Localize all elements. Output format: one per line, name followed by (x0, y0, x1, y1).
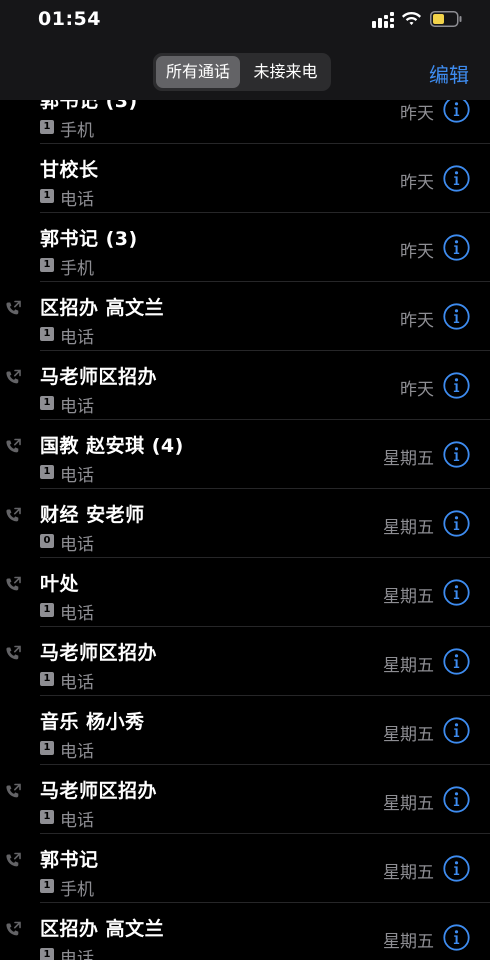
call-date: 昨天 (400, 104, 434, 124)
info-icon[interactable] (443, 303, 470, 330)
number-type-label: 手机 (60, 259, 94, 279)
caller-name: 马老师区招办 (40, 642, 158, 664)
call-filter-segmented-control[interactable]: 所有通话 未接来电 (153, 53, 331, 91)
call-row[interactable]: 财经 安老师 0 电话 星期五 (0, 489, 490, 558)
info-icon[interactable] (443, 579, 470, 606)
number-type-label: 电话 (60, 328, 94, 348)
info-icon[interactable] (443, 855, 470, 882)
status-time: 01:54 (38, 8, 101, 30)
caller-name: 马老师区招办 (40, 366, 158, 388)
call-row[interactable]: 郭书记 (3) 1 手机 昨天 (0, 213, 490, 282)
info-icon[interactable] (443, 165, 470, 192)
sim-badge: 1 (40, 258, 54, 272)
caller-name: 郭书记 (3) (40, 228, 138, 250)
caller-name: 区招办 高文兰 (40, 918, 165, 940)
number-type-label: 手机 (60, 880, 94, 900)
call-row[interactable]: 叶处 1 电话 星期五 (0, 558, 490, 627)
sim-badge: 1 (40, 396, 54, 410)
number-type-label: 电话 (60, 535, 94, 555)
caller-name: 叶处 (40, 573, 80, 595)
number-type-label: 电话 (60, 190, 94, 210)
info-icon[interactable] (443, 786, 470, 813)
call-date: 星期五 (383, 587, 434, 607)
call-date: 星期五 (383, 656, 434, 676)
call-date: 星期五 (383, 863, 434, 883)
outgoing-call-icon (6, 783, 21, 798)
outgoing-call-icon (6, 438, 21, 453)
info-icon[interactable] (443, 717, 470, 744)
caller-name: 马老师区招办 (40, 780, 158, 802)
wifi-icon (402, 12, 421, 25)
number-type-label: 电话 (60, 949, 94, 960)
caller-name: 郭书记 (40, 849, 99, 871)
number-type-label: 电话 (60, 811, 94, 831)
segment-missed-calls[interactable]: 未接来电 (243, 56, 328, 88)
info-icon[interactable] (443, 372, 470, 399)
cellular-signal-icon (372, 12, 394, 28)
number-type-label: 手机 (60, 121, 94, 141)
caller-name: 甘校长 (40, 159, 99, 181)
number-type-label: 电话 (60, 742, 94, 762)
call-row[interactable]: 马老师区招办 1 电话 昨天 (0, 351, 490, 420)
info-icon[interactable] (443, 96, 470, 123)
outgoing-call-icon (6, 921, 21, 936)
call-row[interactable]: 马老师区招办 1 电话 星期五 (0, 627, 490, 696)
sim-badge: 1 (40, 189, 54, 203)
edit-button[interactable]: 编辑 (429, 59, 469, 88)
call-date: 昨天 (400, 173, 434, 193)
outgoing-call-icon (6, 576, 21, 591)
caller-name: 音乐 杨小秀 (40, 711, 145, 733)
segment-all-calls[interactable]: 所有通话 (156, 56, 240, 88)
call-date: 昨天 (400, 380, 434, 400)
info-icon[interactable] (443, 510, 470, 537)
call-row[interactable]: 区招办 高文兰 1 电话 星期五 (0, 903, 490, 960)
info-icon[interactable] (443, 441, 470, 468)
call-history-list[interactable]: 郭书记 (3) 1 手机 昨天 甘校长 1 电话 昨天 郭书记 (3) 1 手机 昨天 区招办 高文兰 1… (0, 0, 490, 960)
sim-badge: 0 (40, 534, 54, 548)
call-date: 昨天 (400, 311, 434, 331)
info-icon[interactable] (443, 924, 470, 951)
outgoing-call-icon (6, 645, 21, 660)
call-date: 昨天 (400, 242, 434, 262)
outgoing-call-icon (6, 300, 21, 315)
sim-badge: 1 (40, 879, 54, 893)
caller-name: 国教 赵安琪 (4) (40, 435, 184, 457)
number-type-label: 电话 (60, 466, 94, 486)
caller-name: 区招办 高文兰 (40, 297, 165, 319)
number-type-label: 电话 (60, 397, 94, 417)
caller-name: 财经 安老师 (40, 504, 145, 526)
sim-badge: 1 (40, 948, 54, 960)
call-row[interactable]: 国教 赵安琪 (4) 1 电话 星期五 (0, 420, 490, 489)
call-row[interactable]: 音乐 杨小秀 1 电话 星期五 (0, 696, 490, 765)
call-date: 星期五 (383, 449, 434, 469)
call-date: 星期五 (383, 794, 434, 814)
call-date: 星期五 (383, 518, 434, 538)
call-date: 星期五 (383, 932, 434, 952)
outgoing-call-icon (6, 369, 21, 384)
sim-badge: 1 (40, 603, 54, 617)
info-icon[interactable] (443, 234, 470, 261)
sim-badge: 1 (40, 120, 54, 134)
call-date: 星期五 (383, 725, 434, 745)
number-type-label: 电话 (60, 604, 94, 624)
sim-badge: 1 (40, 810, 54, 824)
call-row[interactable]: 甘校长 1 电话 昨天 (0, 144, 490, 213)
number-type-label: 电话 (60, 673, 94, 693)
call-row[interactable]: 区招办 高文兰 1 电话 昨天 (0, 282, 490, 351)
sim-badge: 1 (40, 327, 54, 341)
sim-badge: 1 (40, 672, 54, 686)
top-bar: 01:54 所有通话 未接来电 编辑 (0, 0, 490, 100)
battery-icon (430, 11, 462, 27)
info-icon[interactable] (443, 648, 470, 675)
call-row[interactable]: 郭书记 1 手机 星期五 (0, 834, 490, 903)
call-row[interactable]: 马老师区招办 1 电话 星期五 (0, 765, 490, 834)
sim-badge: 1 (40, 465, 54, 479)
outgoing-call-icon (6, 852, 21, 867)
sim-badge: 1 (40, 741, 54, 755)
outgoing-call-icon (6, 507, 21, 522)
